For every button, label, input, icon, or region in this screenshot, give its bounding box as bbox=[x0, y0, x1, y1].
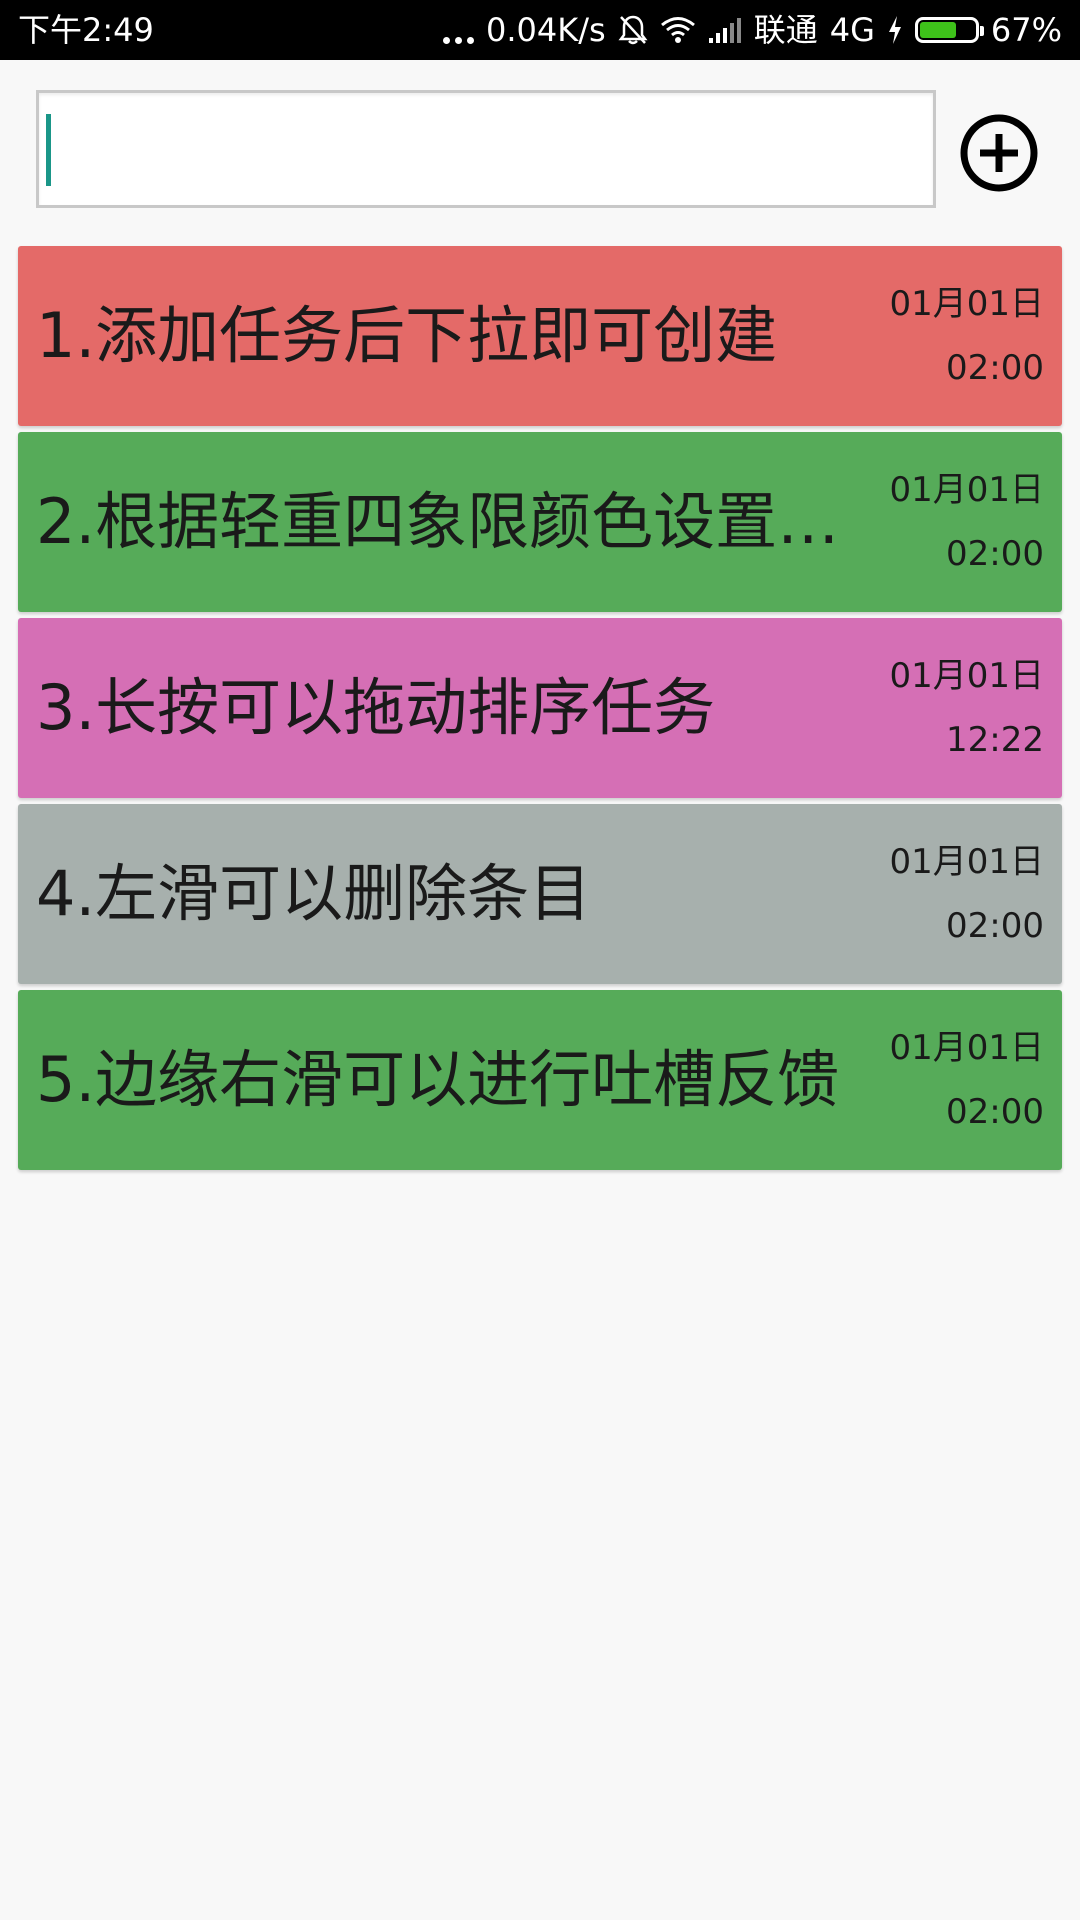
task-date: 01月01日 bbox=[889, 284, 1044, 324]
new-task-bar bbox=[0, 60, 1080, 240]
task-time: 02:00 bbox=[946, 348, 1044, 388]
network-speed: 0.04K/s bbox=[486, 11, 606, 49]
status-time: 下午2:49 bbox=[18, 11, 154, 49]
task-list: 1.添加任务后下拉即可创建 01月01日 02:00 2.根据轻重四象限颜色设置… bbox=[18, 246, 1062, 1176]
status-bar: 下午2:49 0.04K/s 联通 4G 67% bbox=[0, 0, 1080, 60]
task-date: 01月01日 bbox=[889, 842, 1044, 882]
network-type: 4G bbox=[829, 11, 875, 49]
status-icons: 0.04K/s 联通 4G 67% bbox=[443, 10, 1062, 50]
task-item[interactable]: 3.长按可以拖动排序任务 01月01日 12:22 bbox=[18, 618, 1062, 798]
task-date: 01月01日 bbox=[889, 1028, 1044, 1068]
task-item[interactable]: 1.添加任务后下拉即可创建 01月01日 02:00 bbox=[18, 246, 1062, 426]
task-time: 02:00 bbox=[946, 1092, 1044, 1132]
task-title: 2.根据轻重四象限颜色设置优先级 bbox=[36, 485, 886, 558]
add-task-button[interactable] bbox=[958, 112, 1040, 194]
more-notifications-icon bbox=[443, 14, 475, 46]
new-task-input[interactable] bbox=[36, 90, 936, 208]
task-date: 01月01日 bbox=[889, 470, 1044, 510]
task-time: 02:00 bbox=[946, 906, 1044, 946]
battery-icon bbox=[914, 17, 984, 43]
bell-muted-icon bbox=[618, 15, 648, 45]
text-cursor bbox=[46, 114, 51, 186]
task-item[interactable]: 2.根据轻重四象限颜色设置优先级 01月01日 02:00 bbox=[18, 432, 1062, 612]
task-title: 5.边缘右滑可以进行吐槽反馈 bbox=[36, 1043, 840, 1116]
carrier-name: 联通 bbox=[753, 11, 818, 49]
wifi-icon bbox=[660, 17, 695, 43]
task-time: 02:00 bbox=[946, 534, 1044, 574]
battery-percent: 67% bbox=[990, 11, 1062, 49]
charging-icon bbox=[888, 16, 901, 44]
task-date: 01月01日 bbox=[889, 656, 1044, 696]
task-item[interactable]: 4.左滑可以删除条目 01月01日 02:00 bbox=[18, 804, 1062, 984]
signal-icon bbox=[708, 18, 741, 43]
task-item[interactable]: 5.边缘右滑可以进行吐槽反馈 01月01日 02:00 bbox=[18, 990, 1062, 1170]
battery-level bbox=[919, 22, 957, 38]
task-title: 3.长按可以拖动排序任务 bbox=[36, 671, 716, 744]
task-time: 12:22 bbox=[946, 720, 1044, 760]
task-title: 4.左滑可以删除条目 bbox=[36, 857, 592, 930]
task-title: 1.添加任务后下拉即可创建 bbox=[36, 299, 778, 372]
